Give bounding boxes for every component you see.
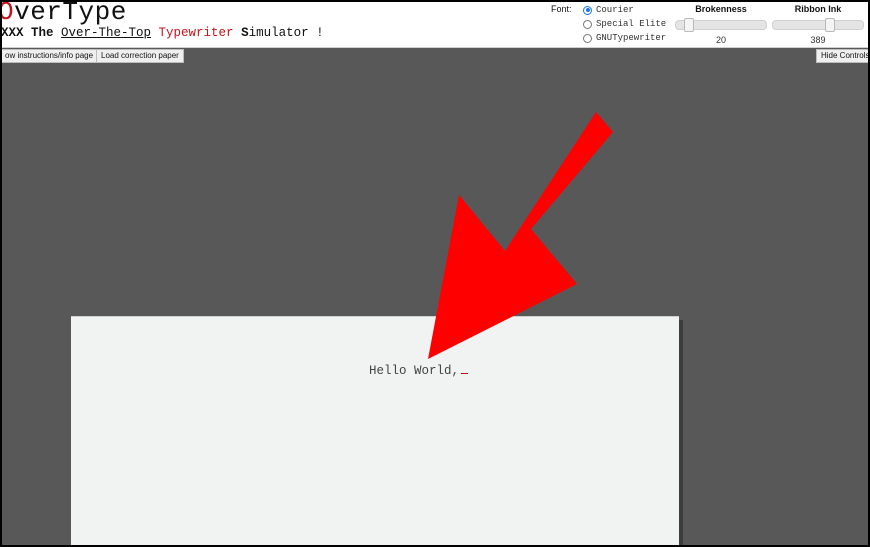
annotation-arrow-shape — [428, 112, 613, 359]
app-frame: OverType XXX The Over-The-Top Typewriter… — [2, 2, 868, 545]
annotation-arrow-icon — [428, 112, 613, 359]
